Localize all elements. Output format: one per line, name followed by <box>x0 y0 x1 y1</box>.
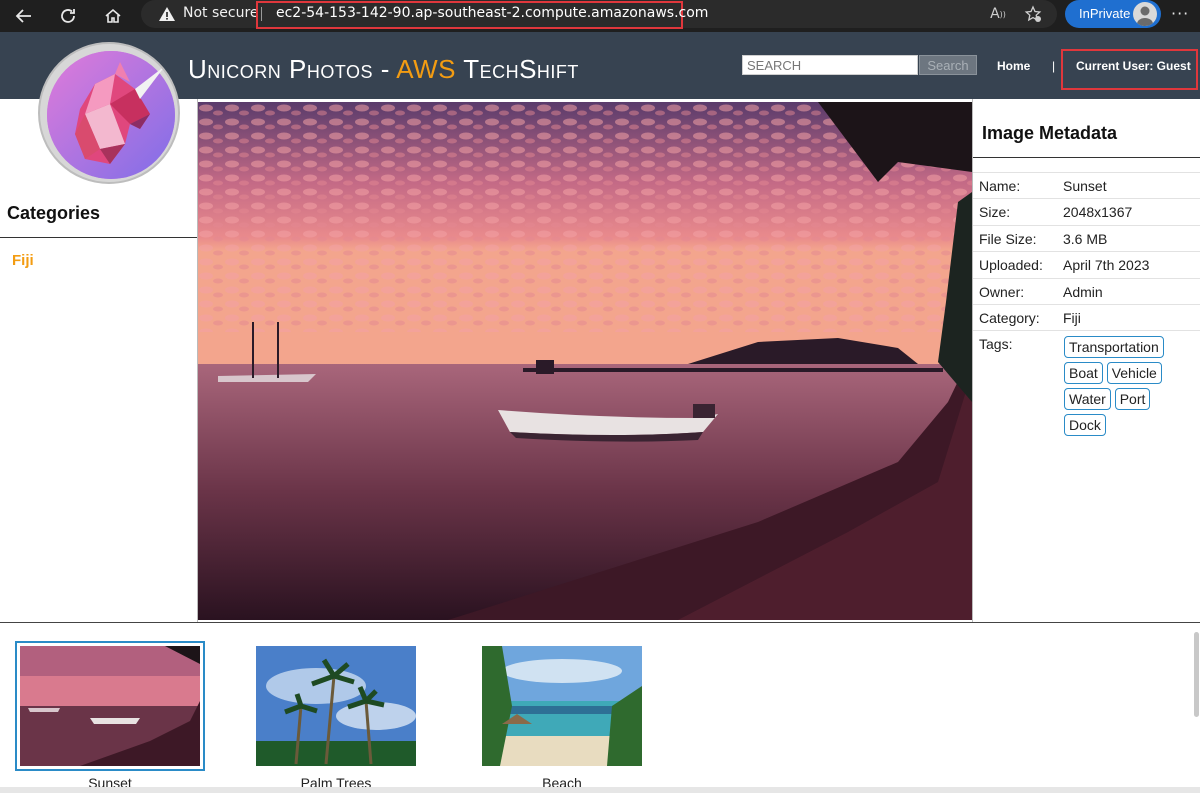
main-photo <box>198 102 972 620</box>
favorites-add-icon[interactable] <box>1023 4 1043 24</box>
meta-value: Sunset <box>1063 178 1107 194</box>
meta-value: 3.6 MB <box>1063 230 1108 247</box>
more-icon[interactable]: ··· <box>1171 4 1189 23</box>
meta-value: Fiji <box>1063 309 1081 326</box>
thumbnail-palm-trees[interactable] <box>256 646 416 766</box>
meta-key: Size: <box>979 204 1011 221</box>
tag-vehicle[interactable]: Vehicle <box>1106 362 1162 385</box>
meta-value: Admin <box>1063 283 1103 300</box>
inprivate-button[interactable]: InPrivate <box>1065 0 1161 28</box>
inprivate-label: InPrivate <box>1079 6 1131 21</box>
thumbnail-beach[interactable] <box>482 646 642 766</box>
browser-toolbar: Not secure ec2-54-153-142-90.ap-southeas… <box>0 0 1200 32</box>
meta-key: Tags: <box>979 336 1013 353</box>
meta-key: Name: <box>979 178 1021 194</box>
tag-list: Transportation Boat Vehicle Water Port D… <box>1064 336 1198 440</box>
warning-icon[interactable] <box>158 5 176 23</box>
tag-transportation[interactable]: Transportation <box>1064 336 1164 359</box>
categories-divider <box>0 237 197 238</box>
site-title-main: Unicorn Photos - <box>188 54 397 84</box>
site-title-accent: AWS <box>396 54 456 84</box>
nav-separator: | <box>1052 59 1056 73</box>
meta-value: 2048x1367 <box>1063 204 1133 221</box>
meta-row-owner: Owner: Admin <box>973 277 1200 304</box>
metadata-heading: Image Metadata <box>982 123 1118 143</box>
not-secure-label[interactable]: Not secure <box>183 5 259 21</box>
current-user-label[interactable]: Current User: Guest <box>1076 59 1191 73</box>
tag-dock[interactable]: Dock <box>1064 414 1106 437</box>
url-text[interactable]: ec2-54-153-142-90.ap-southeast-2.compute… <box>276 5 708 21</box>
horizontal-scrollbar-track[interactable] <box>0 787 1200 793</box>
meta-key: File Size: <box>979 230 1037 247</box>
thumbnail-sunset[interactable] <box>20 646 200 766</box>
search-button[interactable]: Search <box>919 55 977 75</box>
meta-row-uploaded: Uploaded: April 7th 2023 <box>973 251 1200 277</box>
site-title-end: TechShift <box>455 54 579 84</box>
meta-row-category: Category: Fiji <box>973 303 1200 330</box>
metadata-table: Name: Sunset Size: 2048x1367 File Size: … <box>973 172 1200 450</box>
site-title[interactable]: Unicorn Photos - AWS TechShift <box>188 54 579 85</box>
read-aloud-icon[interactable]: A)) <box>988 4 1008 24</box>
tag-port[interactable]: Port <box>1114 388 1151 411</box>
metadata-divider <box>973 157 1200 158</box>
unicorn-logo[interactable] <box>38 42 180 184</box>
category-item-fiji[interactable]: Fiji <box>12 252 34 269</box>
meta-row-name: Name: Sunset <box>973 172 1200 198</box>
refresh-icon[interactable] <box>55 3 81 29</box>
profile-avatar <box>1133 2 1157 26</box>
meta-row-file-size: File Size: 3.6 MB <box>973 224 1200 251</box>
back-icon[interactable] <box>11 3 37 29</box>
scrollbar[interactable] <box>1194 632 1199 717</box>
tag-boat[interactable]: Boat <box>1064 362 1103 385</box>
tag-water[interactable]: Water <box>1064 388 1111 411</box>
search-input[interactable] <box>742 55 918 75</box>
categories-heading: Categories <box>7 203 101 223</box>
meta-row-size: Size: 2048x1367 <box>973 198 1200 224</box>
meta-key: Category: <box>979 309 1040 326</box>
home-link[interactable]: Home <box>997 59 1030 73</box>
thumbnail-strip-divider <box>0 622 1200 623</box>
meta-key: Owner: <box>979 283 1025 300</box>
home-icon[interactable] <box>100 3 126 29</box>
meta-key: Uploaded: <box>979 257 1043 274</box>
meta-value: April 7th 2023 <box>1063 257 1150 274</box>
meta-row-tags: Tags: Transportation Boat Vehicle Water … <box>973 330 1200 450</box>
